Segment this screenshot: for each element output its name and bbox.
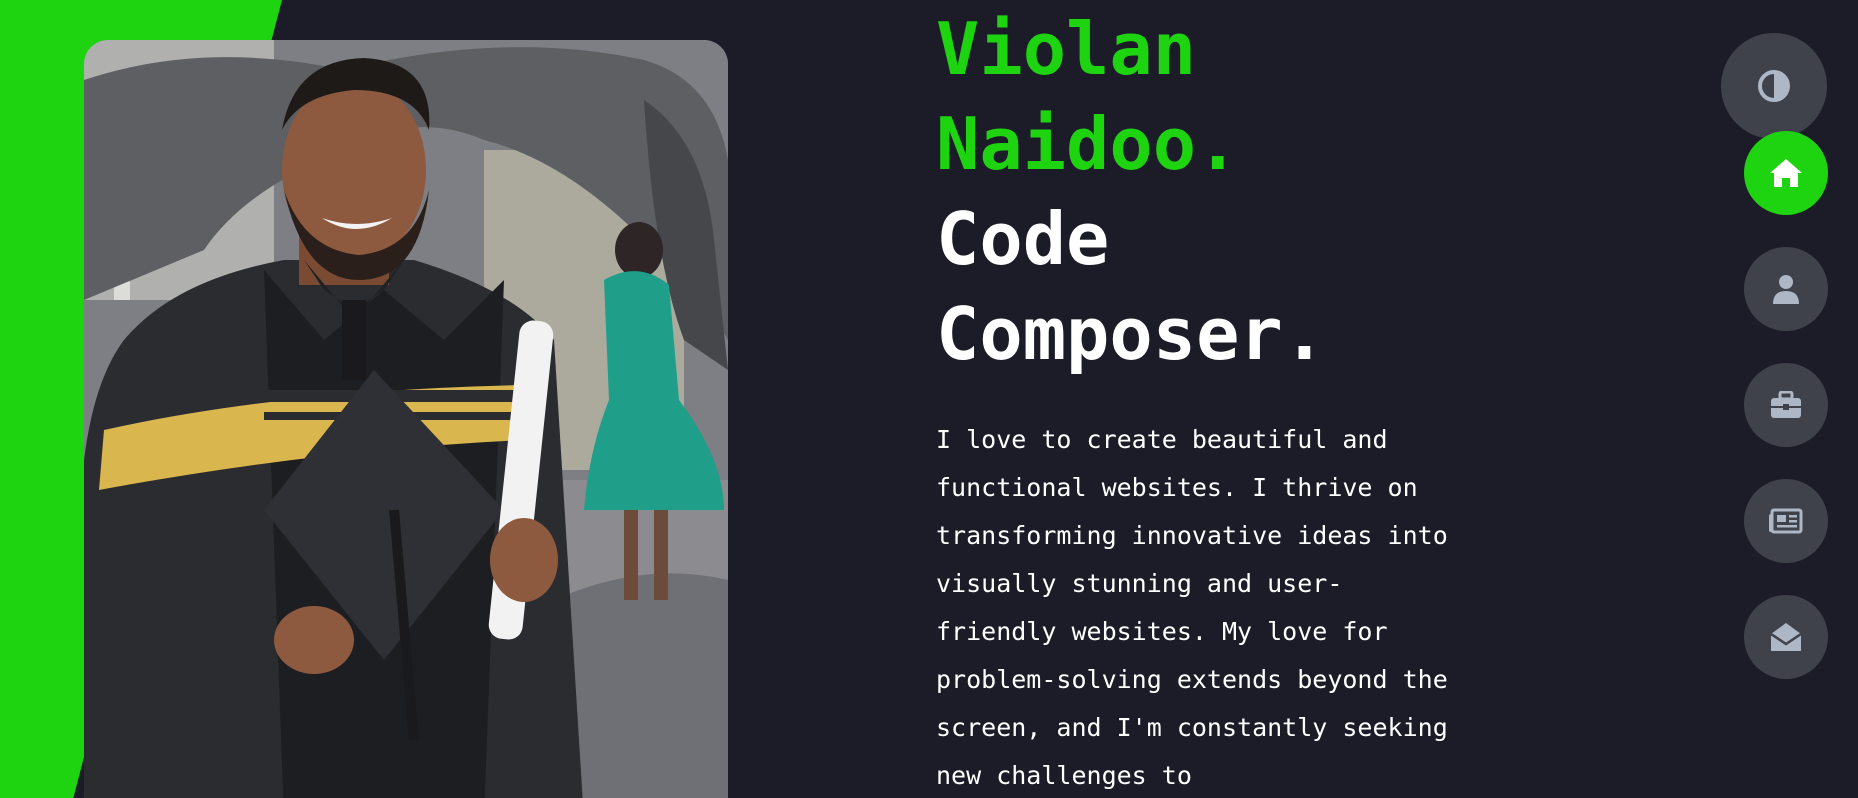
hero-name: Violan Naidoo. xyxy=(936,2,1496,192)
hero-tagline: Code Composer. xyxy=(936,192,1496,382)
nav-blog-button[interactable] xyxy=(1744,479,1828,563)
theme-toggle-button[interactable] xyxy=(1721,33,1827,139)
hero-bio: I love to create beautiful and functiona… xyxy=(936,425,1448,790)
envelope-open-icon xyxy=(1770,623,1802,651)
briefcase-icon xyxy=(1771,391,1801,418)
nav-about-button[interactable] xyxy=(1744,247,1828,331)
nav-portfolio-button[interactable] xyxy=(1744,363,1828,447)
hero-tagline-line2: Composer. xyxy=(936,292,1327,376)
page: Violan Naidoo. Code Composer. I love to … xyxy=(0,0,1858,798)
hero-name-line1: Violan xyxy=(936,7,1197,91)
user-icon xyxy=(1773,275,1799,304)
newspaper-icon xyxy=(1769,508,1803,534)
hero-section: Violan Naidoo. Code Composer. I love to … xyxy=(936,0,1496,798)
nav-contact-button[interactable] xyxy=(1744,595,1828,679)
hero-name-line2: Naidoo. xyxy=(936,102,1240,186)
home-icon xyxy=(1770,159,1802,187)
side-nav xyxy=(1721,33,1828,679)
theme-toggle-icon xyxy=(1758,70,1790,102)
hero-tagline-line1: Code xyxy=(936,197,1110,281)
profile-photo xyxy=(84,40,728,798)
nav-home-button[interactable] xyxy=(1744,131,1828,215)
